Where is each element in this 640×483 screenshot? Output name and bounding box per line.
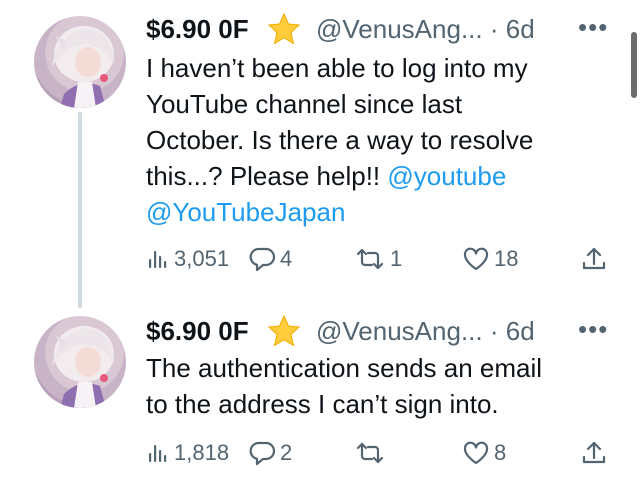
share-icon (582, 441, 606, 464)
separator-dot: · (489, 316, 499, 346)
reply-button[interactable]: 4 (248, 244, 292, 274)
tweet-1[interactable]: $6.90 0F @VenusAng... · 6d ••• I haven’t… (0, 0, 640, 290)
avatar[interactable] (34, 316, 126, 408)
share-icon (582, 247, 606, 270)
retweet-count: 1 (390, 246, 403, 271)
tweet-header: $6.90 0F @VenusAng... · 6d ••• (146, 12, 616, 46)
text-line: October. Is there a way to resolve (146, 125, 534, 155)
like-icon (463, 247, 489, 271)
display-name[interactable]: $6.90 0F (146, 14, 249, 45)
mention-link[interactable]: @YouTubeJapan (146, 197, 345, 227)
handle[interactable]: @VenusAng... (316, 316, 483, 346)
reply-icon (249, 247, 276, 272)
tweet-text: I haven’t been able to log into my YouTu… (146, 50, 606, 230)
separator-dot: · (489, 14, 499, 44)
star-emoji-icon (267, 12, 301, 51)
reply-button[interactable]: 2 (248, 438, 292, 468)
views-count: 3,051 (174, 246, 230, 271)
share-button[interactable] (580, 438, 608, 468)
text-line: YouTube channel since last (146, 89, 463, 119)
text-line: to the address I can’t sign into. (146, 389, 499, 419)
action-bar: 3,051 4 1 18 (146, 244, 616, 274)
reply-count: 2 (280, 440, 293, 465)
retweet-icon (356, 442, 384, 464)
retweet-button[interactable] (354, 438, 390, 468)
avatar[interactable] (34, 16, 126, 108)
tweet-text: The authentication sends an email to the… (146, 350, 606, 422)
views-count: 1,818 (174, 440, 230, 465)
share-button[interactable] (580, 244, 608, 274)
like-button[interactable]: 18 (462, 244, 518, 274)
handle-meta[interactable]: @VenusAng... · 6d (316, 316, 535, 347)
tweet-header: $6.90 0F @VenusAng... · 6d ••• (146, 314, 616, 348)
reply-icon (249, 441, 276, 466)
timestamp[interactable]: 6d (506, 14, 535, 44)
text-line: this...? Please help!! @youtube (146, 158, 606, 194)
text-line: I haven’t been able to log into my (146, 53, 528, 83)
views-button[interactable]: 3,051 (146, 244, 229, 274)
timestamp[interactable]: 6d (506, 316, 535, 346)
mention-link[interactable]: @youtube (387, 161, 506, 191)
views-icon (149, 251, 167, 268)
star-emoji-icon (267, 314, 301, 353)
views-icon (149, 445, 167, 462)
more-icon[interactable]: ••• (578, 12, 608, 43)
like-count: 18 (494, 246, 519, 271)
handle[interactable]: @VenusAng... (316, 14, 483, 44)
text-line: The authentication sends an email (146, 353, 543, 383)
display-name[interactable]: $6.90 0F (146, 316, 249, 347)
like-icon (463, 441, 489, 465)
retweet-button[interactable]: 1 (354, 244, 402, 274)
views-button[interactable]: 1,818 (146, 438, 229, 468)
retweet-icon (356, 248, 384, 270)
like-count: 8 (494, 440, 507, 465)
text-line-part: this...? Please help!! (146, 161, 388, 191)
reply-count: 4 (280, 246, 293, 271)
action-bar: 1,818 2 8 (146, 438, 616, 468)
more-icon[interactable]: ••• (578, 314, 608, 345)
tweet-2[interactable]: $6.90 0F @VenusAng... · 6d ••• The authe… (0, 300, 640, 483)
handle-meta[interactable]: @VenusAng... · 6d (316, 14, 535, 45)
like-button[interactable]: 8 (462, 438, 506, 468)
